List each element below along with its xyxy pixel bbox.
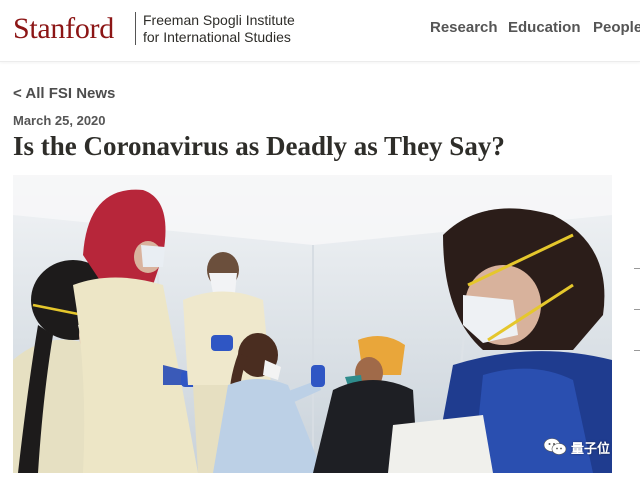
article-date: March 25, 2020 [13, 113, 106, 128]
watermark-text: 量子位 [571, 440, 611, 456]
institute-line-1: Freeman Spogli Institute [143, 12, 295, 28]
page-edge-mark [634, 309, 640, 310]
hero-photo-illustration [13, 175, 612, 473]
logo-divider [135, 12, 136, 45]
stanford-logo[interactable]: Stanford [13, 14, 114, 44]
article-title: Is the Coronavirus as Deadly as They Say… [13, 131, 505, 161]
nav-people[interactable]: People [593, 19, 640, 36]
site-header: Stanford Freeman Spogli Institute for In… [0, 0, 640, 62]
article-hero-image [13, 175, 612, 473]
watermark: 量子位 [543, 437, 610, 457]
nav-education[interactable]: Education [508, 19, 581, 36]
back-to-news-link[interactable]: < All FSI News [13, 85, 115, 102]
institute-line-2: for International Studies [143, 29, 291, 45]
page-edge-mark [634, 268, 640, 269]
institute-name[interactable]: Freeman Spogli Institute for Internation… [143, 12, 295, 46]
page-edge-mark [634, 350, 640, 351]
wechat-icon [543, 438, 567, 455]
nav-research[interactable]: Research [430, 19, 498, 36]
